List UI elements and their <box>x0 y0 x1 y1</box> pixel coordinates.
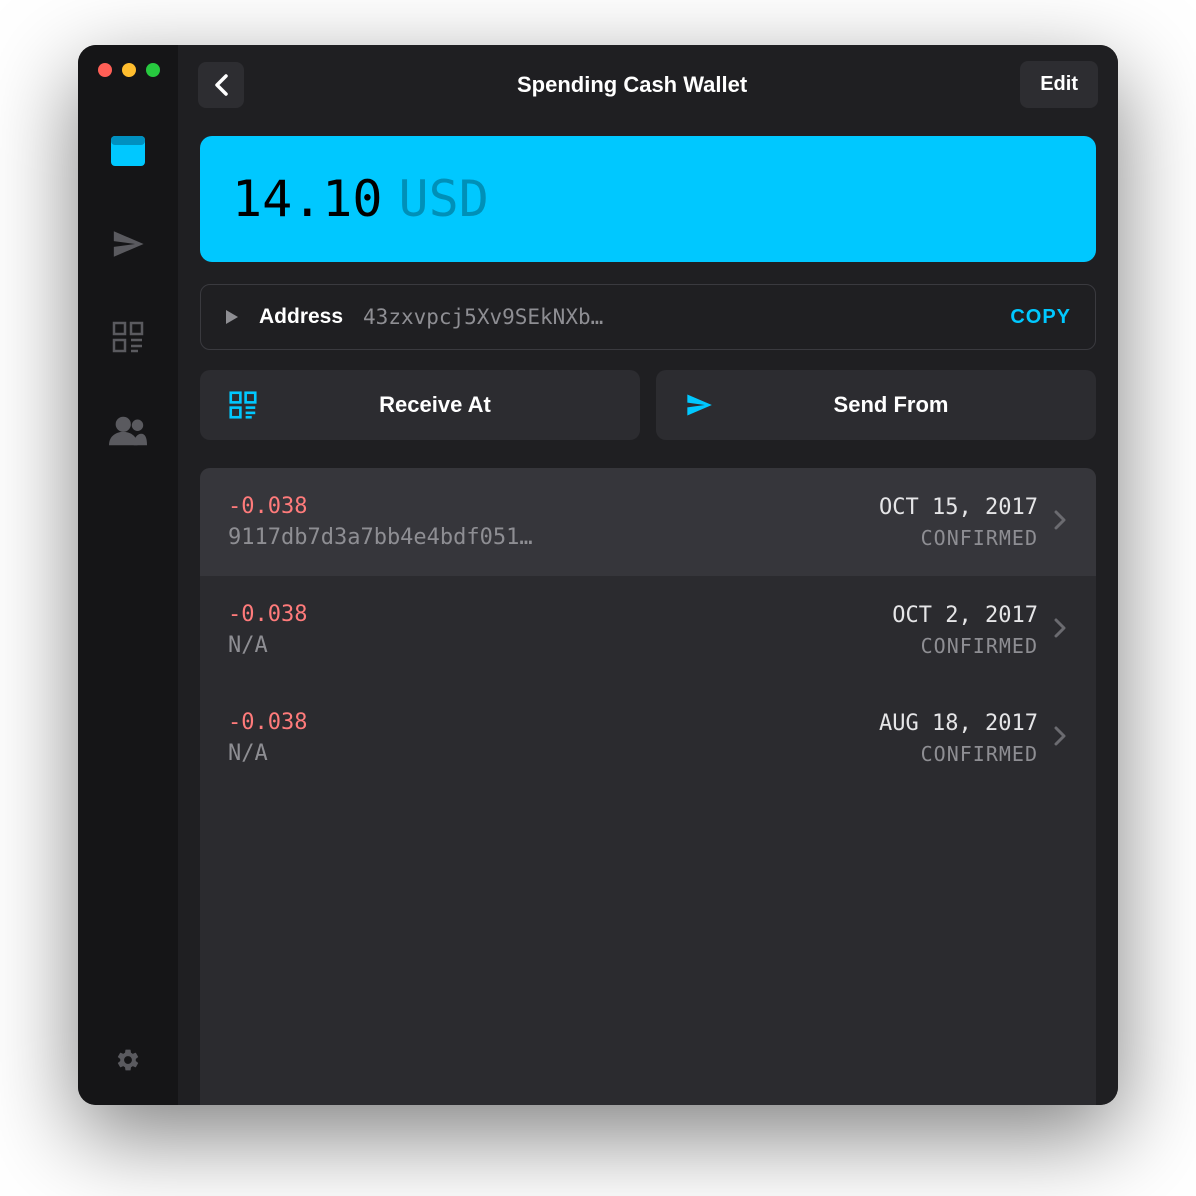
transaction-left: -0.038 N/A <box>228 602 892 658</box>
balance-banner: 14.10 USD <box>200 136 1096 262</box>
header: Spending Cash Wallet Edit <box>178 45 1118 124</box>
sidebar <box>78 45 178 1105</box>
transaction-left: -0.038 9117db7d3a7bb4e4bdf051… <box>228 494 879 550</box>
expand-icon[interactable] <box>225 310 239 324</box>
transaction-row[interactable]: -0.038 N/AAUG 18, 2017 CONFIRMED <box>200 684 1096 792</box>
transaction-hash: 9117db7d3a7bb4e4bdf051… <box>228 525 879 550</box>
sidebar-bottom <box>113 1045 143 1105</box>
address-value: 43zxvpcj5Xv9SEkNXb… <box>363 305 990 329</box>
transaction-amount: -0.038 <box>228 602 892 627</box>
close-window-button[interactable] <box>98 63 112 77</box>
transaction-hash: N/A <box>228 741 879 766</box>
receive-button[interactable]: Receive At <box>200 370 640 440</box>
transaction-amount: -0.038 <box>228 494 879 519</box>
transaction-status: CONFIRMED <box>921 742 1038 766</box>
settings-icon[interactable] <box>113 1045 143 1075</box>
send-button[interactable]: Send From <box>656 370 1096 440</box>
wallet-icon[interactable] <box>109 132 147 170</box>
transaction-date: OCT 2, 2017 <box>892 603 1038 628</box>
send-icon[interactable] <box>109 225 147 263</box>
page-title: Spending Cash Wallet <box>258 72 1006 98</box>
transaction-date: AUG 18, 2017 <box>879 711 1038 736</box>
chevron-right-icon <box>1054 726 1072 751</box>
balance-currency: USD <box>399 170 489 228</box>
minimize-window-button[interactable] <box>122 63 136 77</box>
qr-icon <box>228 390 258 420</box>
address-row[interactable]: Address 43zxvpcj5Xv9SEkNXb… COPY <box>200 284 1096 350</box>
edit-button[interactable]: Edit <box>1020 61 1098 108</box>
action-buttons: Receive At Send From <box>200 370 1096 440</box>
transaction-date: OCT 15, 2017 <box>879 495 1038 520</box>
transaction-hash: N/A <box>228 633 892 658</box>
main-content: Spending Cash Wallet Edit 14.10 USD Addr… <box>178 45 1118 1105</box>
transaction-right: AUG 18, 2017 CONFIRMED <box>879 711 1038 766</box>
app-window: Spending Cash Wallet Edit 14.10 USD Addr… <box>78 45 1118 1105</box>
window-controls <box>78 63 160 77</box>
transaction-amount: -0.038 <box>228 710 879 735</box>
sidebar-nav <box>109 132 147 1045</box>
qr-icon[interactable] <box>109 318 147 356</box>
chevron-right-icon <box>1054 618 1072 643</box>
transaction-right: OCT 2, 2017 CONFIRMED <box>892 603 1038 658</box>
copy-button[interactable]: COPY <box>1010 306 1071 329</box>
transaction-right: OCT 15, 2017 CONFIRMED <box>879 495 1038 550</box>
transaction-status: CONFIRMED <box>921 634 1038 658</box>
send-icon <box>684 390 714 420</box>
send-label: Send From <box>744 392 1038 418</box>
contacts-icon[interactable] <box>109 411 147 449</box>
content: 14.10 USD Address 43zxvpcj5Xv9SEkNXb… CO… <box>178 124 1118 1105</box>
receive-label: Receive At <box>288 392 582 418</box>
maximize-window-button[interactable] <box>146 63 160 77</box>
back-button[interactable] <box>198 62 244 108</box>
transaction-left: -0.038 N/A <box>228 710 879 766</box>
transaction-row[interactable]: -0.038 N/AOCT 2, 2017 CONFIRMED <box>200 576 1096 684</box>
balance-amount: 14.10 <box>232 170 383 228</box>
transaction-row[interactable]: -0.038 9117db7d3a7bb4e4bdf051…OCT 15, 201… <box>200 468 1096 576</box>
transaction-list: -0.038 9117db7d3a7bb4e4bdf051…OCT 15, 201… <box>200 468 1096 1105</box>
chevron-right-icon <box>1054 510 1072 535</box>
transaction-status: CONFIRMED <box>921 526 1038 550</box>
address-label: Address <box>259 305 343 329</box>
